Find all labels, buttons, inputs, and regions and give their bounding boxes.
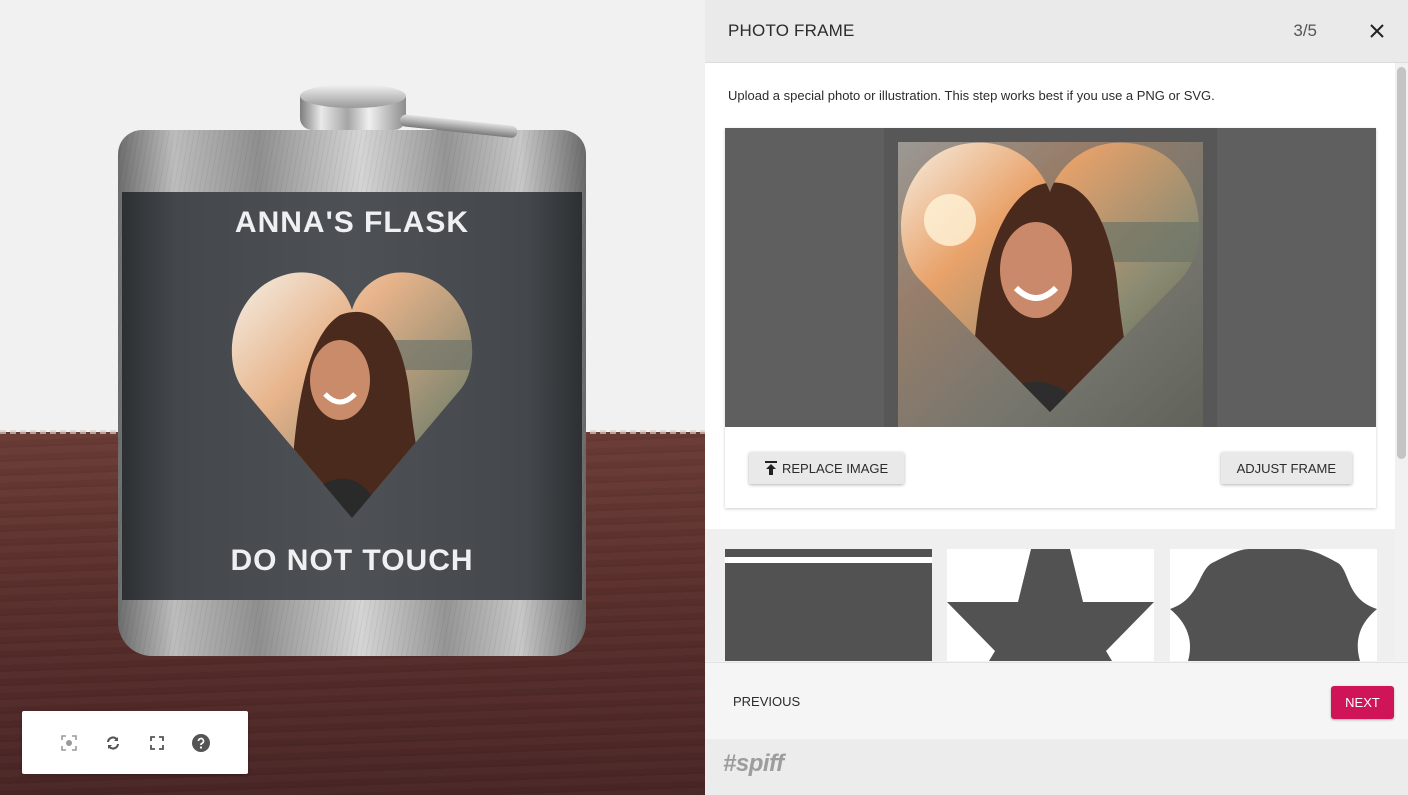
flask-cap-top [300,84,406,108]
step-counter: 3/5 [1293,21,1317,40]
fullscreen-icon[interactable] [148,734,166,752]
viewer-toolbar [22,711,248,774]
flask-heart-photo [231,272,473,519]
previous-button[interactable]: PREVIOUS [733,694,800,709]
upload-icon [765,461,777,475]
replace-image-button[interactable]: REPLACE IMAGE [749,452,905,484]
product-3d-viewer[interactable]: ANNA'S FLASK DO NOT TOUCH [0,0,705,795]
flask-model[interactable]: ANNA'S FLASK DO NOT TOUCH [118,80,588,660]
panel-title: PHOTO FRAME [728,21,855,40]
adjust-frame-label: ADJUST FRAME [1236,460,1336,476]
close-icon[interactable] [1366,20,1388,42]
recenter-icon[interactable] [60,734,78,752]
step-description: Upload a special photo or illustration. … [728,88,1215,103]
frame-option-scallop[interactable] [1170,549,1377,661]
brand-bar: #spiff [705,739,1408,795]
rotate-icon[interactable] [104,734,122,752]
next-button[interactable]: NEXT [1331,686,1394,719]
panel-footer: PREVIOUS NEXT [705,662,1408,739]
frame-option-square[interactable] [725,549,932,661]
flask-title-bottom: DO NOT TOUCH [230,544,474,577]
replace-image-label: REPLACE IMAGE [782,460,889,476]
customizer-panel: PHOTO FRAME 3/5 Upload a special photo o… [705,0,1408,795]
frame-option-star[interactable] [947,549,1154,661]
spiff-logo: #spiff [723,750,784,777]
adjust-frame-button[interactable]: ADJUST FRAME [1220,452,1352,484]
panel-content[interactable]: Upload a special photo or illustration. … [705,63,1408,661]
flask-title-top: ANNA'S FLASK [234,206,470,239]
panel-header: PHOTO FRAME 3/5 [705,0,1408,63]
photo-preview [725,128,1376,427]
photo-card: REPLACE IMAGE ADJUST FRAME [725,128,1376,508]
frame-options [705,529,1395,661]
help-icon[interactable] [192,733,210,752]
panel-scrollbar[interactable] [1395,63,1408,661]
heart-framed-photo [898,142,1203,427]
